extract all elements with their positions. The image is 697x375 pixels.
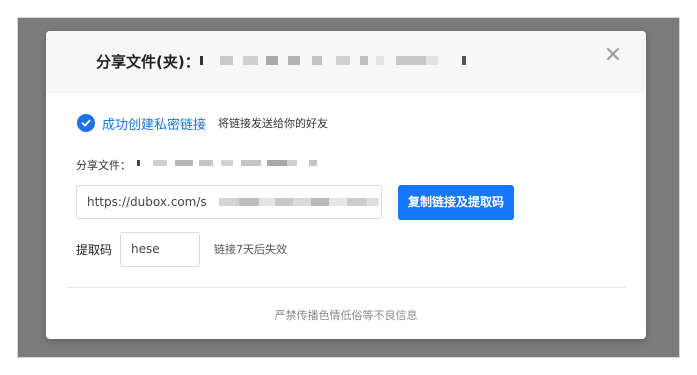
content-policy-notice: 严禁传播色情低俗等不良信息 xyxy=(274,309,418,322)
extraction-code-input[interactable]: hese xyxy=(120,232,200,267)
extraction-code-value: hese xyxy=(131,242,160,256)
share-dialog: 分享文件(夹)： 成功创建私密链接 将链接发送给你的好友 分享文件： https… xyxy=(46,31,646,339)
redacted-link-suffix xyxy=(219,195,379,209)
dialog-title: 分享文件(夹)： xyxy=(96,53,200,71)
dialog-header: 分享文件(夹)： xyxy=(46,31,646,93)
link-expiry-note: 链接7天后失效 xyxy=(214,243,287,256)
share-link-value: https://dubox.com/s xyxy=(87,195,207,209)
copy-link-and-code-button[interactable]: 复制链接及提取码 xyxy=(398,185,514,220)
extraction-code-label: 提取码 xyxy=(76,243,113,257)
share-hint: 将链接发送给你的好友 xyxy=(218,117,329,130)
share-link-input[interactable]: https://dubox.com/s xyxy=(76,185,382,219)
success-status-row: 成功创建私密链接 将链接发送给你的好友 xyxy=(77,113,328,133)
file-label: 分享文件： xyxy=(76,159,131,172)
close-x-glyph xyxy=(607,48,619,60)
success-message: 成功创建私密链接 xyxy=(102,117,207,133)
divider xyxy=(66,287,626,288)
redacted-file-name xyxy=(200,50,466,70)
close-icon[interactable] xyxy=(602,43,624,65)
redacted-shared-file xyxy=(137,157,327,169)
check-circle-icon xyxy=(77,114,95,132)
